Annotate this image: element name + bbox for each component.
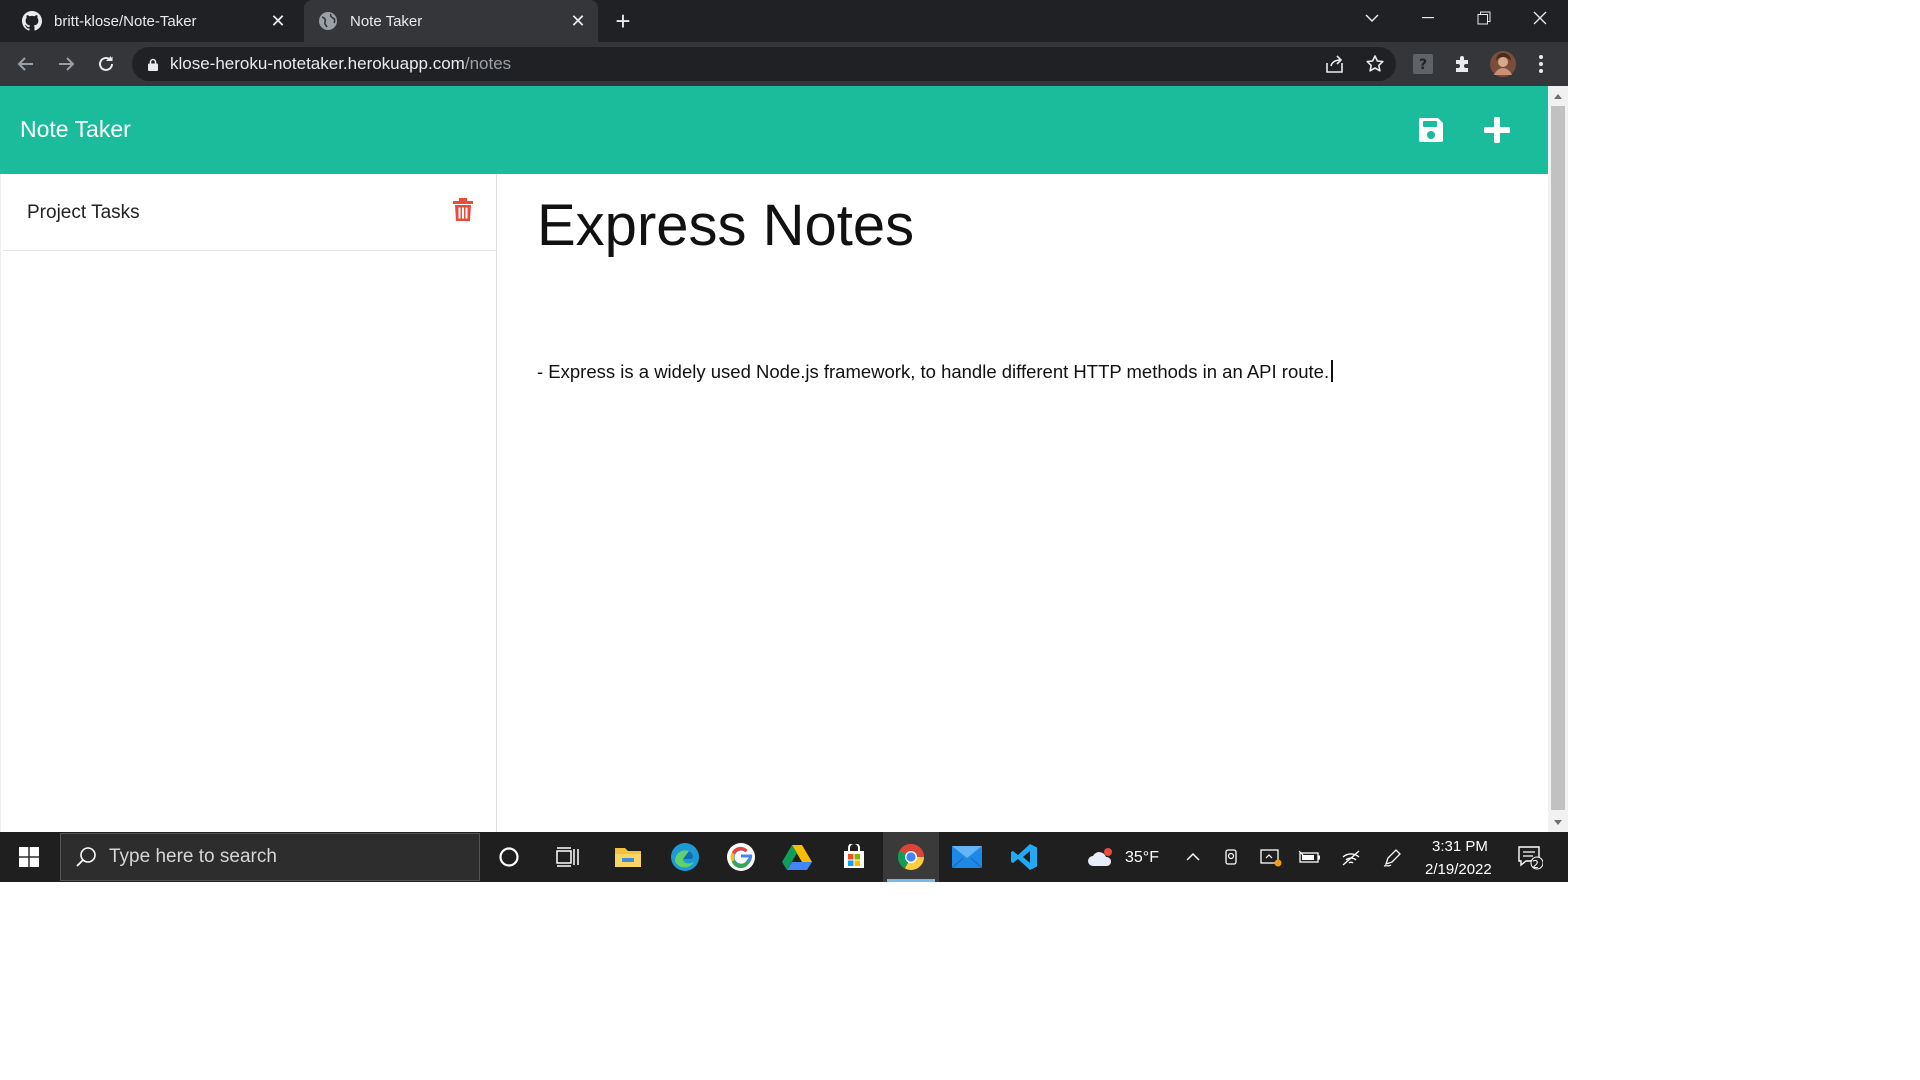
app-navbar: Note Taker xyxy=(0,86,1548,174)
help-extension-icon[interactable]: ? xyxy=(1408,49,1438,79)
pen-icon[interactable] xyxy=(1380,844,1406,870)
chevron-up-icon[interactable] xyxy=(1180,844,1206,870)
vscode-icon[interactable] xyxy=(996,832,1052,882)
scroll-up-icon[interactable] xyxy=(1548,88,1568,104)
note-textarea[interactable]: - Express is a widely used Node.js frame… xyxy=(537,360,1334,383)
close-icon[interactable]: ✕ xyxy=(564,7,592,35)
tab-github[interactable]: britt-klose/Note-Taker ✕ xyxy=(8,0,298,42)
text-caret xyxy=(1331,360,1334,382)
page-scrollbar[interactable] xyxy=(1548,86,1568,832)
svg-text:?: ? xyxy=(1419,57,1427,73)
task-view-icon[interactable] xyxy=(540,832,596,882)
lock-icon xyxy=(148,58,158,71)
cortana-icon[interactable] xyxy=(481,832,537,882)
browser-tab-bar: britt-klose/Note-Taker ✕ Note Taker ✕ + xyxy=(0,0,1568,42)
address-bar[interactable]: klose-heroku-notetaker.herokuapp.com/not… xyxy=(132,47,1396,81)
chrome-icon[interactable] xyxy=(883,832,939,882)
tab-note-taker[interactable]: Note Taker ✕ xyxy=(304,0,598,42)
search-placeholder: Type here to search xyxy=(109,846,277,867)
notes-sidebar: Project Tasks xyxy=(0,174,497,832)
profile-avatar[interactable] xyxy=(1488,49,1518,79)
tab-search-icon[interactable] xyxy=(1344,0,1400,36)
google-drive-icon[interactable] xyxy=(769,832,825,882)
url-host: klose-heroku-notetaker.herokuapp.com xyxy=(170,54,465,73)
battery-icon[interactable] xyxy=(1297,844,1323,870)
notification-count: 2 xyxy=(1532,858,1539,871)
menu-kebab-icon[interactable] xyxy=(1526,49,1556,79)
bookmark-star-icon[interactable] xyxy=(1360,49,1390,79)
windows-taskbar: Type here to search 35°F 3:31 PM 2/19/20… xyxy=(0,832,1568,882)
weather-cloud-icon[interactable] xyxy=(1086,844,1116,870)
extensions-puzzle-icon[interactable] xyxy=(1448,49,1478,79)
note-text-content: - Express is a widely used Node.js frame… xyxy=(537,361,1330,382)
wifi-icon[interactable] xyxy=(1338,844,1364,870)
save-icon[interactable] xyxy=(1415,114,1447,146)
meet-now-icon[interactable] xyxy=(1219,844,1245,870)
close-icon[interactable]: ✕ xyxy=(264,7,292,35)
reload-icon[interactable] xyxy=(90,48,122,80)
mail-icon[interactable] xyxy=(939,832,995,882)
globe-icon xyxy=(318,11,338,31)
restore-icon[interactable] xyxy=(1456,0,1512,36)
clock-time[interactable]: 3:31 PM xyxy=(1432,838,1488,855)
scroll-down-icon[interactable] xyxy=(1548,814,1568,830)
edge-browser-icon[interactable] xyxy=(657,832,713,882)
back-icon[interactable] xyxy=(10,48,42,80)
delete-trash-icon[interactable] xyxy=(453,198,473,222)
note-title-input[interactable]: Express Notes xyxy=(537,192,914,259)
tab-title: Note Taker xyxy=(350,12,423,30)
window-close-icon[interactable] xyxy=(1512,0,1568,36)
share-icon[interactable] xyxy=(1320,49,1350,79)
tab-title: britt-klose/Note-Taker xyxy=(54,12,197,30)
minimize-icon[interactable] xyxy=(1400,0,1456,36)
app-brand[interactable]: Note Taker xyxy=(20,116,131,143)
page-content: Note Taker Project Tasks Express Notes -… xyxy=(0,86,1548,832)
clock-date[interactable]: 2/19/2022 xyxy=(1425,861,1492,878)
url-path: /notes xyxy=(464,54,512,73)
file-explorer-icon[interactable] xyxy=(600,832,656,882)
new-note-plus-icon[interactable] xyxy=(1481,114,1513,146)
list-item[interactable]: Project Tasks xyxy=(3,174,497,251)
windows-start-icon[interactable] xyxy=(0,832,58,882)
github-icon xyxy=(22,11,42,31)
browser-toolbar: klose-heroku-notetaker.herokuapp.com/not… xyxy=(0,42,1568,86)
new-tab-button[interactable]: + xyxy=(608,6,638,36)
search-icon xyxy=(75,846,97,868)
defender-icon[interactable] xyxy=(1258,844,1284,870)
scroll-thumb[interactable] xyxy=(1551,106,1565,810)
microsoft-store-icon[interactable] xyxy=(826,832,882,882)
forward-icon[interactable] xyxy=(50,48,82,80)
weather-temperature[interactable]: 35°F xyxy=(1125,849,1159,867)
google-icon[interactable] xyxy=(713,832,769,882)
note-list-title: Project Tasks xyxy=(27,202,140,223)
taskbar-search-input[interactable]: Type here to search xyxy=(60,833,480,881)
notification-center-icon[interactable]: 2 xyxy=(1515,844,1545,871)
